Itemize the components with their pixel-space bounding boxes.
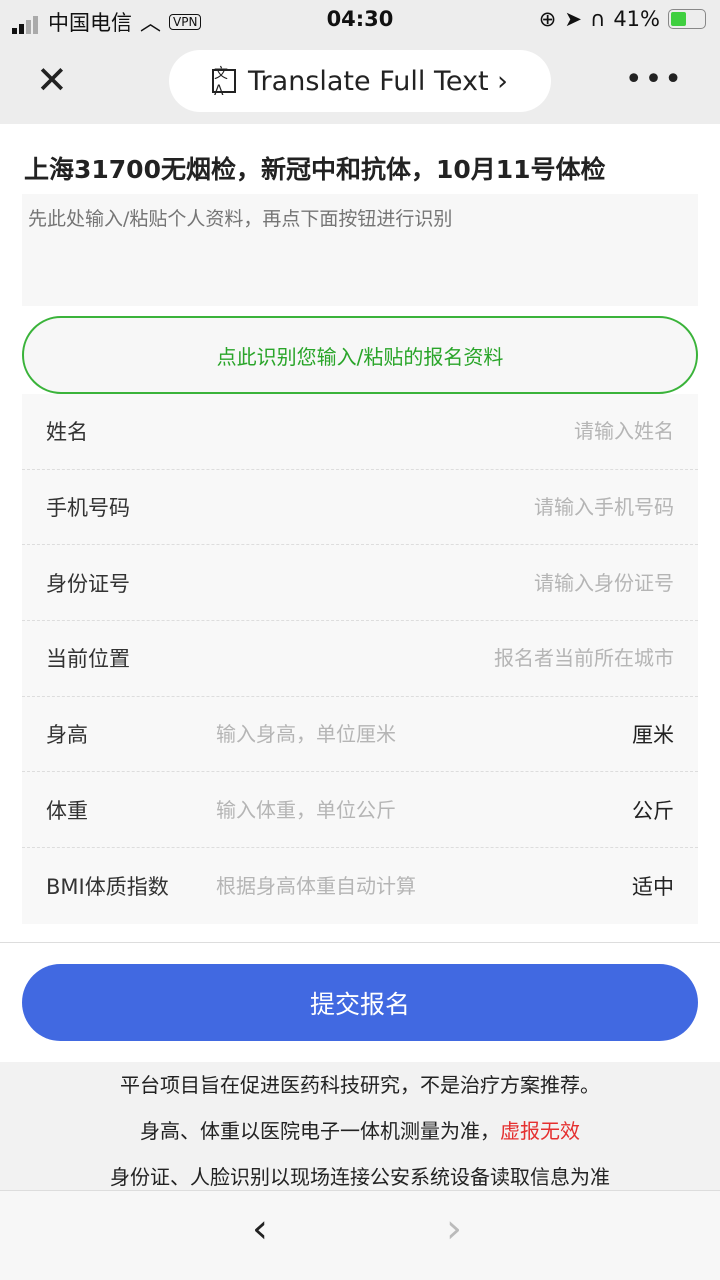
note-1: 平台项目旨在促进医药科技研究，不是治疗方案推荐。 — [120, 1073, 600, 1097]
field-unit: 公斤 — [632, 798, 674, 823]
field-label: 体重 — [46, 798, 88, 823]
location-icon: ➤ — [564, 7, 582, 31]
weight-field: 输入体重，单位公斤 — [216, 789, 616, 830]
weight-input[interactable] — [216, 789, 616, 830]
rotation-lock-icon: ⊕ — [538, 7, 557, 31]
field-label: 当前位置 — [46, 647, 130, 672]
field-unit: 厘米 — [632, 723, 674, 748]
form-row-id: 身份证号 请输入身份证号 — [22, 545, 698, 622]
translate-icon: 文A — [212, 66, 237, 99]
note-2-text: 身高、体重以医院电子一体机测量为准， — [140, 1119, 500, 1143]
back-icon[interactable]: ‹ — [252, 1209, 268, 1249]
location-input[interactable] — [216, 638, 674, 679]
nav-bar: ✕ 文A Translate Full Text › ••• — [0, 40, 720, 124]
page-title: 上海31700无烟检，新冠中和抗体，10月11号体检 — [24, 155, 606, 184]
height-input[interactable] — [216, 714, 616, 755]
signup-form: 姓名 请输入姓名 手机号码 请输入手机号码 身份证号 请输入身份证号 当前位置 … — [22, 394, 698, 924]
headphones-icon: ∩ — [589, 7, 606, 31]
form-row-height: 身高 输入身高，单位厘米 厘米 — [22, 697, 698, 773]
location-field: 报名者当前所在城市 — [216, 638, 674, 679]
translate-button[interactable]: 文A Translate Full Text › — [169, 50, 551, 112]
status-bar: 中国电信 ︿ VPN 04:30 ⊕ ➤ ∩ 41% — [0, 0, 720, 40]
id-field: 请输入身份证号 — [216, 562, 674, 603]
field-label: 姓名 — [46, 420, 88, 445]
form-row-bmi: BMI体质指数 根据身高体重自动计算 适中 — [22, 848, 698, 924]
form-row-name: 姓名 请输入姓名 — [22, 394, 698, 470]
submit-button[interactable]: 提交报名 — [22, 964, 698, 1041]
form-row-location: 当前位置 报名者当前所在城市 — [22, 621, 698, 697]
phone-field: 请输入手机号码 — [216, 487, 674, 528]
paste-input[interactable] — [22, 194, 698, 306]
close-icon[interactable]: ✕ — [36, 60, 68, 100]
field-label: 身份证号 — [46, 571, 130, 596]
field-label: 身高 — [46, 723, 88, 748]
height-field: 输入身高，单位厘米 — [216, 714, 616, 755]
bmi-result: 适中 — [632, 874, 674, 899]
divider — [0, 942, 720, 943]
form-row-weight: 体重 输入体重，单位公斤 公斤 — [22, 772, 698, 849]
note-2: 身高、体重以医院电子一体机测量为准，虚报无效 — [0, 1108, 720, 1154]
more-icon[interactable]: ••• — [625, 62, 684, 97]
battery-icon — [668, 9, 706, 29]
id-input[interactable] — [216, 562, 674, 603]
browser-toolbar: ‹ › — [0, 1190, 720, 1280]
phone-input[interactable] — [216, 487, 674, 528]
field-label: BMI体质指数 — [46, 874, 169, 899]
forward-icon[interactable]: › — [446, 1209, 462, 1249]
recognize-button[interactable]: 点此识别您输入/粘贴的报名资料 — [22, 316, 698, 394]
battery-percent: 41% — [613, 7, 660, 31]
note-2-warning: 虚报无效 — [500, 1119, 580, 1143]
form-row-phone: 手机号码 请输入手机号码 — [22, 470, 698, 546]
bmi-field: 根据身高体重自动计算 — [216, 865, 616, 906]
name-field: 请输入姓名 — [216, 411, 674, 452]
translate-label: Translate Full Text › — [248, 65, 508, 97]
bmi-input[interactable] — [216, 865, 616, 906]
name-input[interactable] — [216, 411, 674, 452]
notes: 平台项目旨在促进医药科技研究，不是治疗方案推荐。 身高、体重以医院电子一体机测量… — [0, 1062, 720, 1192]
field-label: 手机号码 — [46, 496, 130, 521]
